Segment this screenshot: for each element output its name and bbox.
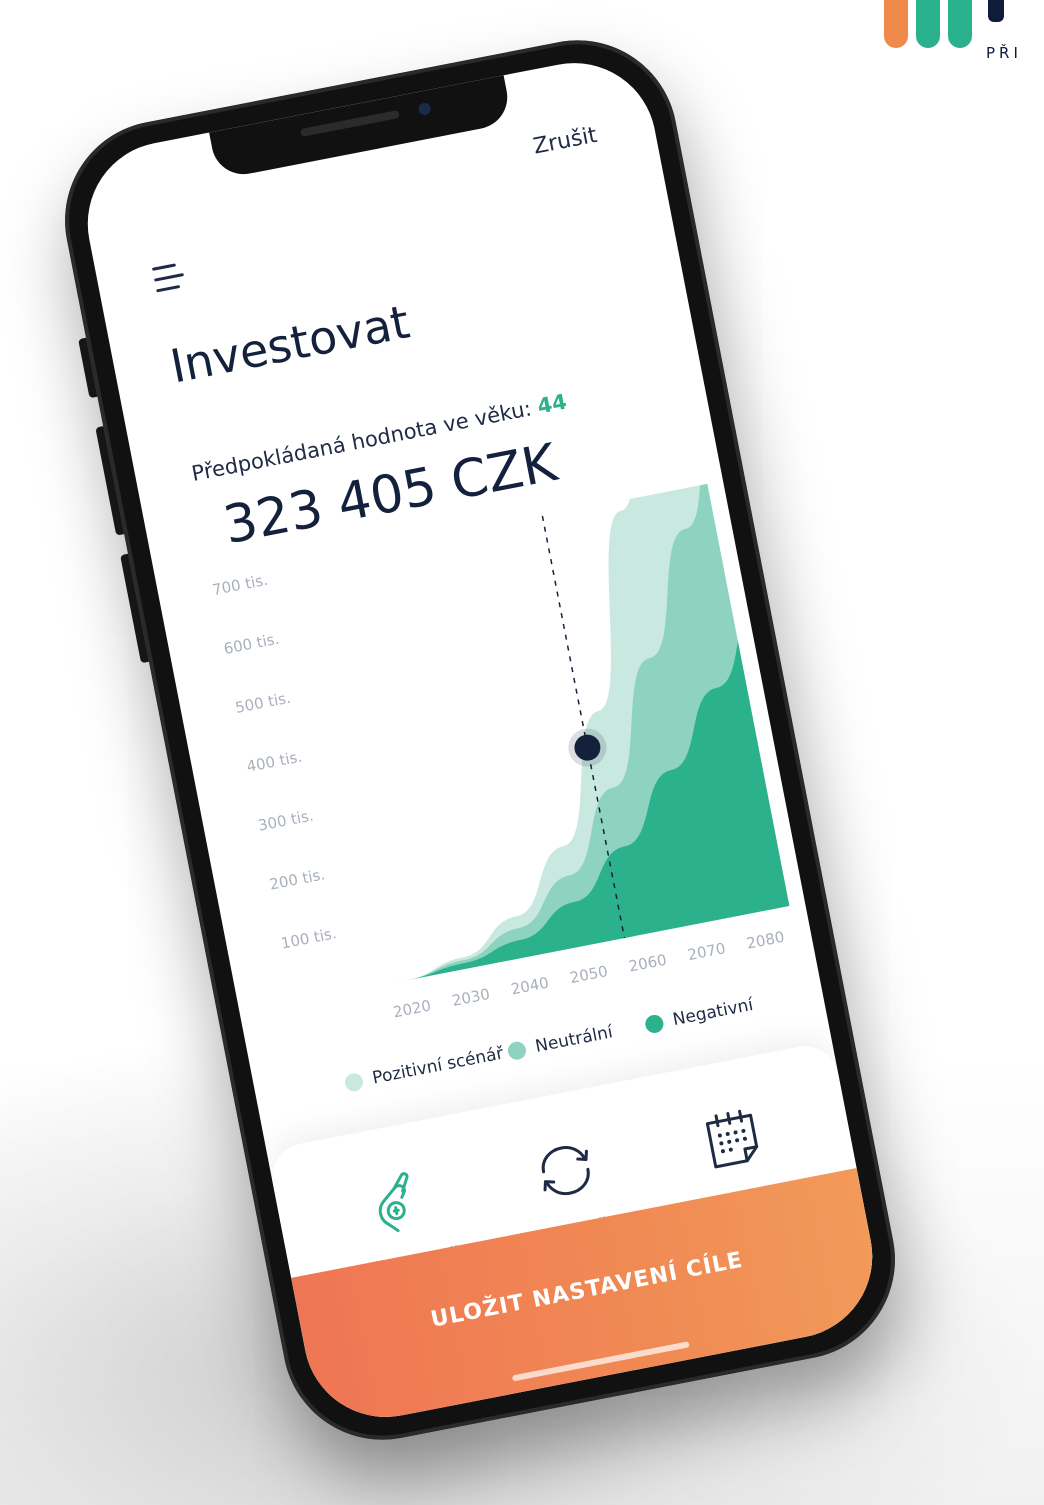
scene: PŘI Zrušit Investovat Předpokládaná hodn… <box>0 0 1044 1505</box>
legend-item-positive: Pozitivní scénář <box>343 1044 505 1094</box>
page-title: Investovat <box>166 294 414 394</box>
legend-label-negative: Negativní <box>671 994 755 1031</box>
calendar-icon <box>690 1095 774 1179</box>
x-tick-label: 2080 <box>745 928 786 953</box>
brand-bar-green <box>916 0 940 48</box>
front-camera <box>417 101 432 117</box>
y-tick-label: 600 tis. <box>222 630 280 658</box>
brand-subtitle: PŘI <box>986 44 1022 62</box>
brand-bar-green-2 <box>948 0 972 48</box>
x-tick-label: 2020 <box>392 996 433 1021</box>
speaker-grille <box>300 110 400 137</box>
legend-dot-positive <box>343 1071 365 1093</box>
projection-chart: 100 tis. 200 tis. 300 tis. 400 tis. 500 tis.… <box>185 472 810 1066</box>
hamburger-menu-icon[interactable] <box>151 259 191 295</box>
legend-item-neutral: Neutrální <box>506 1022 614 1062</box>
x-tick-label: 2070 <box>686 939 727 964</box>
refresh-cycle-icon <box>523 1127 607 1211</box>
legend-dot-neutral <box>506 1040 528 1062</box>
age-value: 44 <box>535 389 569 419</box>
save-goal-label: ULOŽIT NASTAVENÍ CÍLE <box>428 1247 746 1333</box>
legend-label-neutral: Neutrální <box>533 1022 615 1057</box>
legend-dot-negative <box>643 1013 665 1035</box>
x-tick-label: 2030 <box>450 985 491 1010</box>
projection-chart-svg: 100 tis. 200 tis. 300 tis. 400 tis. 500 tis.… <box>211 483 790 1021</box>
money-hand-icon <box>356 1160 440 1244</box>
brand-bar-orange <box>884 0 908 48</box>
y-tick-label: 700 tis. <box>211 571 269 599</box>
legend-item-negative: Negativní <box>643 994 755 1035</box>
legend-label-positive: Pozitivní scénář <box>370 1043 506 1089</box>
y-tick-label: 100 tis. <box>279 924 337 952</box>
y-tick-label: 200 tis. <box>268 865 326 893</box>
y-tick-label: 500 tis. <box>234 689 292 717</box>
y-tick-label: 400 tis. <box>245 747 303 775</box>
x-tick-label: 2050 <box>568 962 609 987</box>
y-tick-label: 300 tis. <box>257 806 315 834</box>
brand-mark <box>988 0 1004 22</box>
cancel-link[interactable]: Zrušit <box>531 123 599 160</box>
x-tick-label: 2060 <box>627 951 668 976</box>
x-tick-label: 2040 <box>509 974 550 999</box>
brand-logo: PŘI <box>874 0 1044 70</box>
